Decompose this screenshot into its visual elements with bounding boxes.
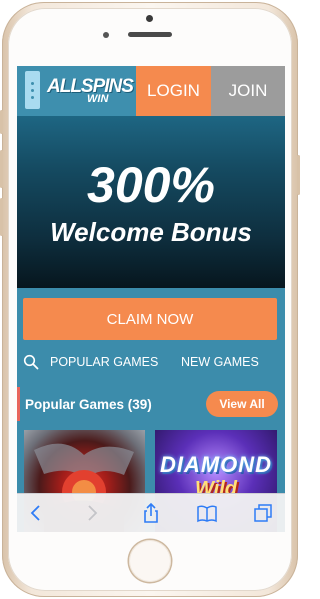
proximity-sensor bbox=[103, 32, 109, 38]
volume-down-button bbox=[0, 198, 3, 236]
mute-switch bbox=[0, 110, 3, 134]
tabs-icon[interactable] bbox=[252, 502, 274, 524]
allspins-win-logo[interactable]: ALLSPINS WIN bbox=[47, 76, 137, 108]
volume-up-button bbox=[0, 150, 3, 188]
back-icon[interactable] bbox=[25, 502, 47, 524]
menu-button[interactable] bbox=[25, 71, 40, 109]
popular-games-heading: Popular Games (39) bbox=[25, 397, 152, 412]
welcome-banner: 300% Welcome Bonus bbox=[17, 116, 285, 288]
logo-sub-text: WIN bbox=[87, 93, 109, 105]
power-button bbox=[297, 155, 300, 195]
home-button[interactable] bbox=[129, 540, 171, 582]
safari-toolbar bbox=[17, 493, 285, 532]
view-all-button[interactable]: View All bbox=[206, 391, 278, 417]
tab-popular-games[interactable]: POPULAR GAMES bbox=[50, 355, 158, 369]
front-camera bbox=[146, 15, 153, 22]
tab-new-games[interactable]: NEW GAMES bbox=[181, 355, 259, 369]
banner-percent: 300% bbox=[87, 157, 215, 213]
section-accent-bar bbox=[17, 387, 20, 421]
bookmarks-icon[interactable] bbox=[196, 502, 218, 524]
login-button[interactable]: LOGIN bbox=[136, 66, 211, 116]
claim-now-button[interactable]: CLAIM NOW bbox=[23, 298, 277, 340]
phone-screen: ALLSPINS WIN LOGIN JOIN 300% Welcome Bon… bbox=[17, 66, 285, 532]
banner-subtitle: Welcome Bonus bbox=[50, 217, 252, 247]
join-button[interactable]: JOIN bbox=[211, 66, 285, 116]
search-icon[interactable] bbox=[23, 354, 39, 370]
diamond-title: DIAMOND bbox=[159, 452, 273, 477]
earpiece-speaker bbox=[128, 32, 172, 37]
share-icon[interactable] bbox=[140, 502, 162, 524]
forward-icon[interactable] bbox=[81, 502, 103, 524]
site-header: ALLSPINS WIN LOGIN JOIN bbox=[17, 66, 285, 116]
